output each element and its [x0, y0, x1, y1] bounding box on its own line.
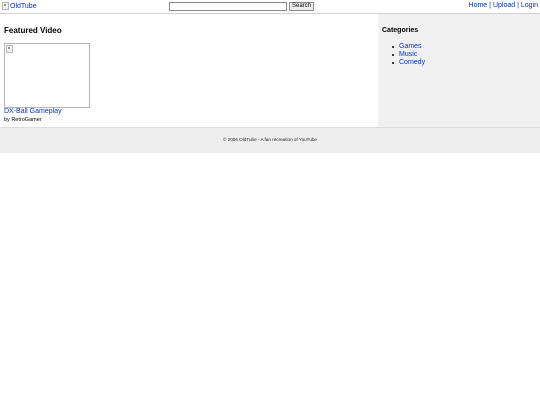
nav-separator: |: [489, 2, 491, 9]
video-thumbnail[interactable]: [4, 43, 90, 108]
featured-heading: Featured Video: [4, 26, 62, 35]
categories-heading: Categories: [382, 27, 419, 34]
nav-upload-link[interactable]: Upload: [493, 2, 515, 9]
top-nav: Home | Upload | Login: [469, 2, 538, 9]
nav-separator: |: [517, 2, 519, 9]
category-item: Games: [389, 43, 425, 51]
search-form: Search: [169, 2, 315, 11]
video-title-link[interactable]: DX-Ball Gameplay: [4, 108, 62, 115]
search-button[interactable]: Search: [289, 2, 315, 11]
main-area: Featured Video DX-Ball Gameplay by Retro…: [0, 14, 540, 127]
category-list: Games Music Comedy: [389, 43, 425, 67]
nav-home-link[interactable]: Home: [469, 2, 488, 9]
category-item: Comedy: [389, 59, 425, 67]
category-link-music[interactable]: Music: [399, 51, 417, 58]
header: OldTube Search Home | Upload | Login: [0, 0, 540, 14]
broken-image-icon: [2, 2, 9, 10]
category-item: Music: [389, 51, 425, 59]
categories-sidebar: Categories Games Music Comedy: [378, 14, 540, 127]
video-author: by RetroGamer: [4, 117, 42, 123]
logo-link[interactable]: OldTube: [2, 2, 37, 10]
footer: © 2006 OldTube - A fan recreation of You…: [0, 127, 540, 153]
category-link-games[interactable]: Games: [399, 43, 422, 50]
search-input[interactable]: [169, 2, 287, 11]
nav-login-link[interactable]: Login: [521, 2, 538, 9]
footer-copyright: © 2006 OldTube - A fan recreation of You…: [223, 137, 317, 142]
featured-section: Featured Video DX-Ball Gameplay by Retro…: [0, 14, 378, 127]
broken-image-icon: [6, 45, 13, 53]
category-link-comedy[interactable]: Comedy: [399, 59, 425, 66]
logo-alt-text: OldTube: [10, 2, 37, 10]
